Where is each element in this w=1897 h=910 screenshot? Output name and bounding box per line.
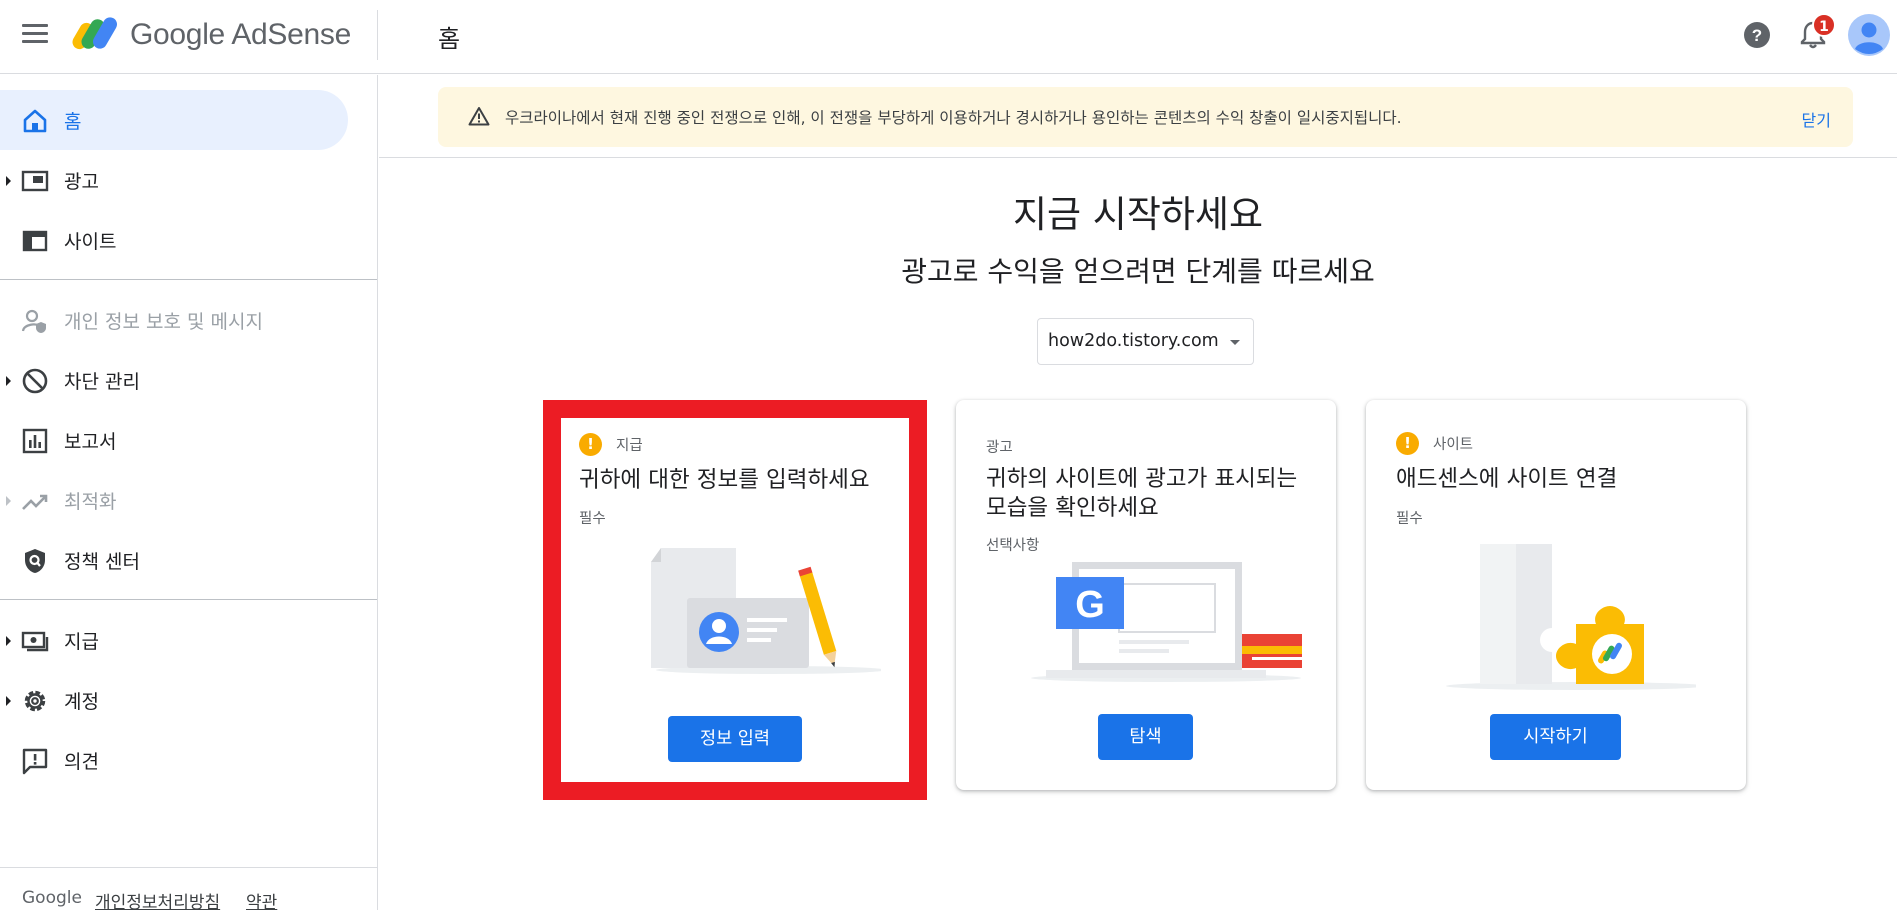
privacy-policy-link[interactable]: 개인정보처리방침	[95, 888, 220, 910]
brand-name: Google AdSense	[130, 18, 351, 51]
sidebar-item-label: 정책 센터	[64, 550, 140, 573]
payments-icon	[21, 631, 49, 652]
sidebar-item-label: 최적화	[64, 490, 117, 513]
card-tag-label: 지급	[616, 437, 643, 454]
profile-card-illustration-icon	[651, 548, 881, 674]
notification-badge: 1	[1812, 13, 1836, 37]
sidebar-item-privacy[interactable]: 개인 정보 보호 및 메시지	[0, 290, 348, 350]
privacy-icon	[21, 309, 46, 333]
help-icon[interactable]: ?	[1743, 21, 1771, 49]
sidebar-item-payments[interactable]: 지급	[0, 610, 348, 670]
menu-icon[interactable]	[22, 24, 48, 44]
sidebar-item-label: 계정	[64, 690, 99, 713]
sidebar-footer: Google 개인정보처리방침 약관	[0, 867, 377, 910]
card-title: 귀하의 사이트에 광고가 표시되는 모습을 확인하세요	[986, 466, 1298, 521]
puzzle-illustration-icon	[1446, 544, 1696, 690]
war-notice-banner: 우크라이나에서 현재 진행 중인 전쟁으로 인해, 이 전쟁을 부당하게 이용하…	[438, 87, 1853, 147]
sidebar-item-home[interactable]: 홈	[0, 90, 348, 150]
card-tag: 광고	[986, 434, 1013, 458]
getting-started-title: 지금 시작하세요	[1012, 193, 1264, 236]
enter-info-button[interactable]: 정보 입력	[668, 716, 802, 762]
card-requirement: 선택사항	[986, 538, 1040, 554]
card-payment-info: ! 지급 귀하에 대한 정보를 입력하세요 필수 정보 입력	[543, 400, 927, 800]
sidebar-item-policy-center[interactable]: 정책 센터	[0, 530, 348, 590]
sidebar-item-label: 보고서	[64, 430, 117, 453]
svg-text:?: ?	[1752, 26, 1762, 45]
card-tag-label: 광고	[986, 439, 1013, 456]
avatar[interactable]	[1848, 14, 1890, 56]
sidebar-item-label: 홈	[64, 110, 82, 133]
adsense-logo-icon	[72, 17, 117, 50]
ads-icon	[21, 170, 49, 192]
warning-icon	[468, 107, 490, 126]
top-app-bar: Google AdSense 홈 ? 1	[0, 0, 1897, 74]
sidebar-item-label: 광고	[64, 170, 99, 193]
sidebar: 홈 광고 사이트 개인 정보 보호 및 메시지 차단 관리 보고서 최적화 정책…	[0, 75, 378, 910]
sidebar-item-label: 의견	[64, 750, 99, 773]
expand-caret-icon	[6, 696, 11, 706]
card-tag-label: 사이트	[1433, 436, 1474, 453]
reports-icon	[22, 428, 48, 454]
dropdown-arrow-icon	[1230, 340, 1240, 345]
card-tag: ! 지급	[579, 432, 643, 456]
site-select[interactable]: how2do.tistory.com	[1037, 318, 1254, 365]
sites-icon	[22, 230, 48, 252]
sidebar-item-sites[interactable]: 사이트	[0, 210, 348, 270]
expand-caret-icon	[6, 636, 11, 646]
getting-started-subtitle: 광고로 수익을 얻으려면 단계를 따르세요	[901, 255, 1375, 288]
header-divider	[377, 10, 378, 60]
card-connect-site: ! 사이트 애드센스에 사이트 연결 필수 시작하기	[1366, 400, 1746, 790]
optimize-icon	[22, 494, 48, 510]
sidebar-item-optimization[interactable]: 최적화	[0, 470, 348, 530]
feedback-icon	[22, 748, 48, 775]
page-title: 홈	[438, 25, 461, 53]
sidebar-item-account[interactable]: 계정	[0, 670, 348, 730]
announcement-strip: 우크라이나에서 현재 진행 중인 전쟁으로 인해, 이 전쟁을 부당하게 이용하…	[379, 75, 1897, 158]
card-requirement: 필수	[579, 511, 606, 527]
sidebar-item-reports[interactable]: 보고서	[0, 410, 348, 470]
banner-close-button[interactable]: 닫기	[1802, 107, 1831, 131]
sidebar-divider	[0, 279, 377, 280]
card-tag: ! 사이트	[1396, 431, 1473, 455]
sidebar-item-label: 사이트	[64, 230, 117, 253]
card-ads-preview: 광고 귀하의 사이트에 광고가 표시되는 모습을 확인하세요 선택사항 G 탐색	[956, 400, 1336, 790]
banner-message: 우크라이나에서 현재 진행 중인 전쟁으로 인해, 이 전쟁을 부당하게 이용하…	[505, 109, 1402, 127]
expand-caret-icon	[6, 176, 11, 186]
expand-caret-icon	[6, 376, 11, 386]
sidebar-item-label: 지급	[64, 630, 99, 653]
svg-text:G: G	[1075, 584, 1105, 626]
home-icon	[23, 109, 47, 133]
sidebar-item-ads[interactable]: 광고	[0, 150, 348, 210]
footer-brand: Google	[22, 888, 82, 908]
card-requirement: 필수	[1396, 511, 1423, 527]
card-title: 애드센스에 사이트 연결	[1396, 466, 1618, 492]
card-title: 귀하에 대한 정보를 입력하세요	[579, 467, 870, 493]
gear-icon	[24, 690, 46, 712]
alert-icon: !	[1396, 431, 1419, 455]
sidebar-divider	[0, 599, 377, 600]
alert-icon: !	[579, 432, 602, 456]
sidebar-item-label: 차단 관리	[64, 370, 140, 393]
policy-icon	[25, 549, 45, 573]
sidebar-item-blocking[interactable]: 차단 관리	[0, 350, 348, 410]
block-icon	[22, 368, 48, 394]
sidebar-item-feedback[interactable]: 의견	[0, 730, 348, 790]
explore-button[interactable]: 탐색	[1098, 714, 1193, 760]
expand-caret-icon	[6, 496, 11, 506]
sidebar-item-label: 개인 정보 보호 및 메시지	[64, 310, 263, 333]
get-started-button[interactable]: 시작하기	[1490, 714, 1621, 760]
site-select-value: how2do.tistory.com	[1048, 331, 1219, 351]
terms-link[interactable]: 약관	[246, 888, 277, 910]
laptop-ads-illustration-icon: G	[1031, 562, 1302, 682]
